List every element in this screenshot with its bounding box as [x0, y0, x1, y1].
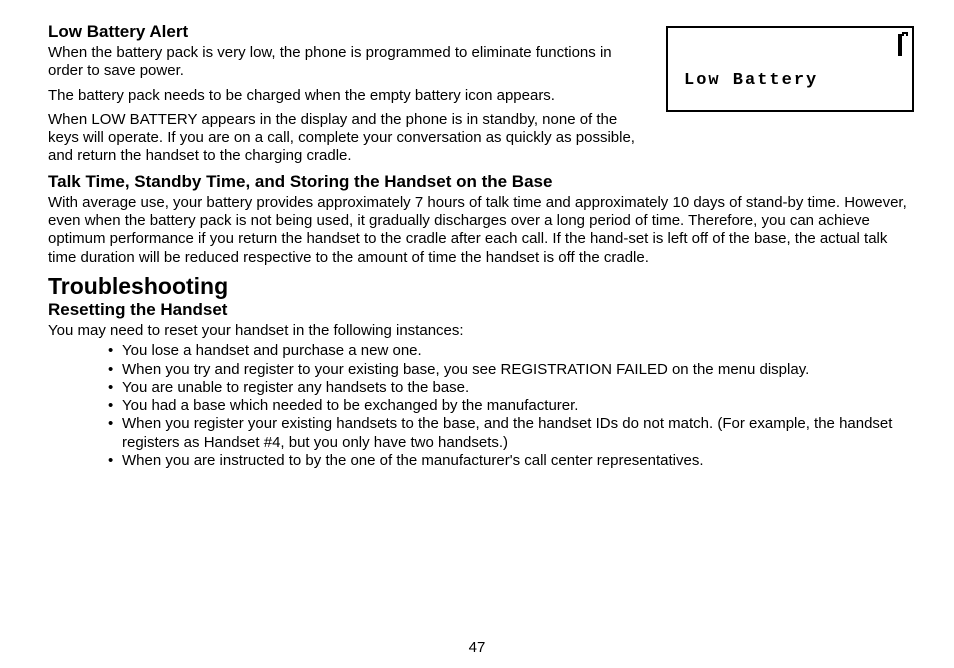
section-subheading-resetting: Resetting the Handset [48, 300, 914, 320]
section-heading-troubleshooting: Troubleshooting [48, 273, 914, 300]
list-item: You had a base which needed to be exchan… [108, 397, 914, 415]
section-heading-talk-time: Talk Time, Standby Time, and Storing the… [48, 172, 914, 192]
paragraph-text: You may need to reset your handset in th… [48, 322, 914, 340]
document-page: Low Battery Low Battery Alert When the b… [0, 0, 954, 668]
paragraph-text: When LOW BATTERY appears in the display … [48, 111, 638, 166]
lcd-text: Low Battery [684, 71, 818, 90]
list-item: When you are instructed to by the one of… [108, 452, 914, 470]
list-item: When you register your existing handsets… [108, 415, 914, 452]
paragraph-text: When the battery pack is very low, the p… [48, 44, 638, 81]
list-item: You are unable to register any handsets … [108, 379, 914, 397]
paragraph-text: With average use, your battery provides … [48, 194, 914, 267]
reset-reasons-list: You lose a handset and purchase a new on… [48, 342, 914, 470]
battery-empty-icon [898, 36, 902, 54]
page-number: 47 [0, 639, 954, 656]
list-item: You lose a handset and purchase a new on… [108, 342, 914, 360]
lcd-display: Low Battery [666, 26, 914, 112]
paragraph-text: The battery pack needs to be charged whe… [48, 87, 638, 105]
list-item: When you try and register to your existi… [108, 361, 914, 379]
